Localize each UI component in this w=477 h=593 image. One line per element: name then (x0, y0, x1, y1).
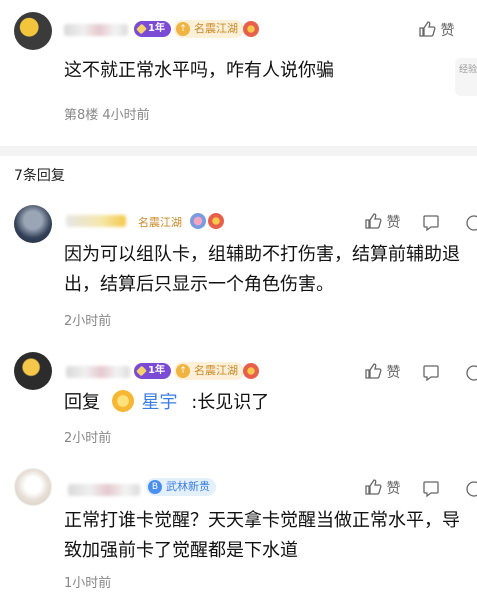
title-text: 名震江湖 (138, 216, 182, 229)
flower-icon (243, 21, 259, 37)
username[interactable] (66, 366, 130, 378)
share-icon[interactable] (465, 214, 477, 232)
flower-icon (208, 213, 224, 229)
comment-icon[interactable] (422, 214, 440, 232)
level-badge: 1年 (134, 21, 171, 37)
reply-time: 1小时前 (64, 576, 112, 591)
thumbs-up-icon (365, 213, 382, 229)
username[interactable] (66, 215, 126, 227)
thumbs-up-icon (419, 21, 436, 37)
reply-time: 2小时前 (64, 431, 112, 446)
comment-meta: 第8楼 4小时前 (64, 108, 150, 123)
reply-text: 正常打谁卡觉醒？天天拿卡觉醒当做正常水平，导致加强前卡了觉醒都是下水道 (64, 510, 460, 561)
username[interactable] (68, 484, 140, 496)
avatar[interactable] (14, 205, 52, 243)
username[interactable] (64, 24, 128, 36)
like-button[interactable]: 赞 (418, 20, 454, 40)
avatar[interactable] (14, 352, 52, 390)
mention-link[interactable]: 星宇 (141, 392, 177, 413)
reply-text: 因为可以组队卡，组辅助不打伤害，结算前辅助退出，结算后只显示一个角色伤害。 (64, 244, 460, 295)
like-button[interactable]: 赞 (364, 212, 400, 232)
avatar[interactable] (14, 468, 52, 506)
divider (0, 146, 477, 156)
share-icon[interactable] (465, 364, 477, 382)
avatar[interactable] (14, 12, 52, 50)
comment-icon[interactable] (422, 364, 440, 382)
comment-text: 这不就正常水平吗，咋有人说你骗 (64, 60, 334, 81)
reply-text: 回复 星宇 :长见识了 (64, 390, 270, 413)
comment-icon[interactable] (422, 480, 440, 498)
flower-icon (190, 213, 206, 229)
like-button[interactable]: 赞 (364, 478, 400, 498)
thumbs-up-icon (365, 479, 382, 495)
title-badge: ↑ 名震江湖 (174, 20, 244, 38)
level-badge: 1年 (134, 363, 171, 379)
star-icon (111, 390, 134, 412)
share-icon[interactable] (465, 480, 477, 498)
like-button[interactable]: 赞 (364, 362, 400, 382)
flower-icon (243, 363, 259, 379)
reply-time: 2小时前 (64, 314, 112, 329)
side-pill[interactable]: 经验 宝 (455, 58, 477, 96)
reply-count: 7条回复 (14, 168, 65, 184)
title-badge: ↑ 名震江湖 (174, 362, 244, 380)
thumbs-up-icon (365, 363, 382, 379)
title-badge: B 武林新贵 (146, 478, 216, 496)
